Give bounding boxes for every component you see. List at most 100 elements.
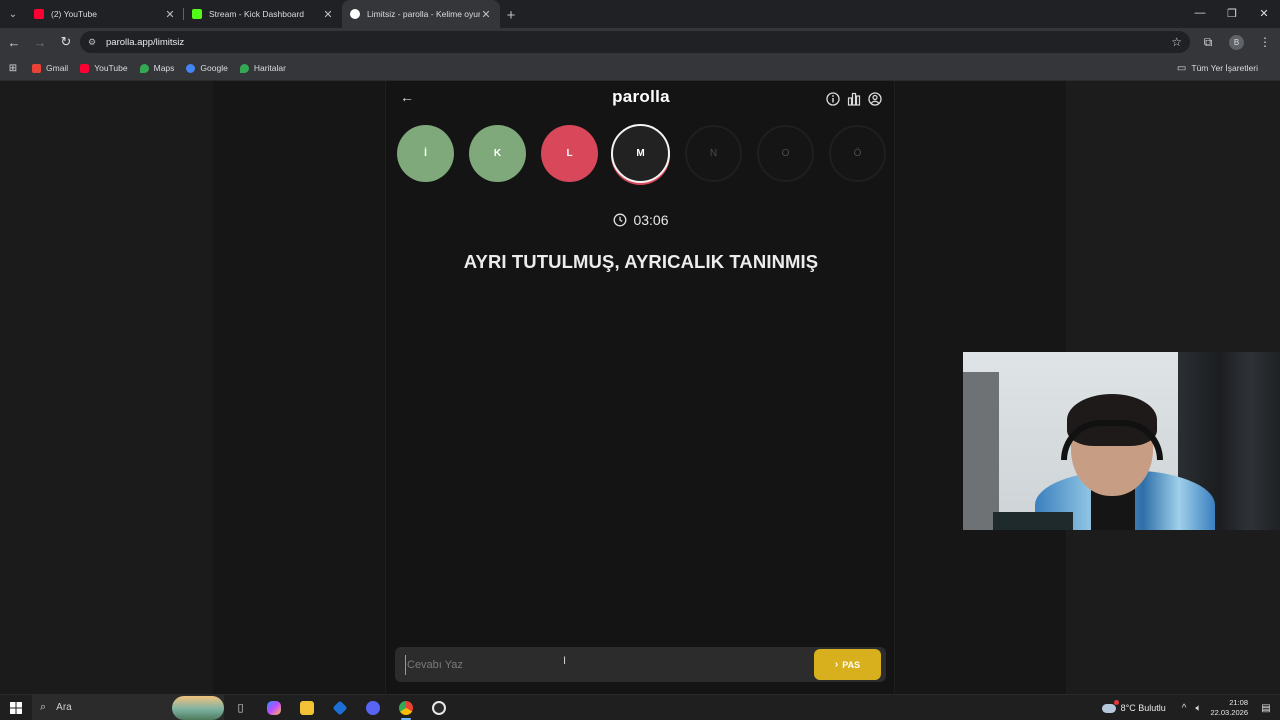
reload-button[interactable]: ↻: [54, 30, 78, 54]
kick-favicon-icon: [192, 9, 202, 19]
pass-label: PAS: [842, 659, 861, 670]
pass-button[interactable]: › PAS: [814, 649, 881, 680]
cloud-icon: [1101, 699, 1119, 713]
bookmark-gmail[interactable]: Gmail: [32, 63, 68, 73]
toolbar-right: ⧉ B ⋮: [1193, 30, 1280, 54]
question-text: AYRI TUTULMUŞ, AYRICALIK TANINMIŞ: [463, 251, 819, 272]
parolla-favicon-icon: [350, 9, 360, 19]
chevron-right-icon: ›: [834, 659, 839, 670]
bookmark-label: Haritalar: [253, 63, 286, 73]
tab-title: Stream - Kick Dashboard: [209, 9, 304, 19]
tab-parolla[interactable]: Limitsiz - parolla - Kelime oyunu ✕: [342, 0, 500, 28]
letter-circle: K: [469, 125, 526, 182]
letter-circle: N: [685, 125, 742, 182]
bookmark-star-icon[interactable]: ☆: [1171, 35, 1182, 49]
app-button[interactable]: [323, 695, 356, 720]
letter-circle: Ö: [829, 125, 886, 182]
taskbar-clock[interactable]: 21:08 22.03.2026: [1210, 698, 1248, 718]
account-icon[interactable]: [866, 90, 884, 108]
obs-button[interactable]: [422, 695, 455, 720]
tab-kick-dashboard[interactable]: Stream - Kick Dashboard ✕: [184, 0, 342, 28]
chevron-up-icon[interactable]: ^: [1182, 703, 1187, 714]
diamond-app-icon: [332, 700, 347, 715]
windows-logo-icon: [10, 701, 22, 714]
all-bookmarks[interactable]: ▭ Tüm Yer İşaretleri: [1177, 63, 1258, 74]
app-logo: parolla: [612, 87, 670, 106]
search-highlight-image: [172, 695, 224, 720]
bookmark-youtube[interactable]: YouTube: [80, 63, 128, 73]
youtube-favicon-icon: [34, 9, 44, 19]
site-info-icon[interactable]: ⚙: [88, 37, 100, 48]
stats-icon[interactable]: [845, 90, 863, 108]
page-viewport: ← parolla İ K L M N O Ö 03:06 AYRI TUTUL…: [0, 81, 1280, 694]
task-view-button[interactable]: ▯: [224, 695, 257, 720]
weather-widget[interactable]: 8°C Bulutlu: [1101, 699, 1166, 713]
letter-circle: O: [757, 125, 814, 182]
back-button[interactable]: ←: [2, 30, 26, 54]
browser-toolbar: ← → ↻ ⚙ parolla.app/limitsiz ☆ ⧉ B ⋮: [0, 28, 1280, 56]
copilot-button[interactable]: [257, 695, 290, 720]
countdown-timer: 03:06: [386, 212, 896, 228]
taskbar-search[interactable]: ⌕ Ara: [32, 694, 224, 720]
close-tab-icon[interactable]: ✕: [480, 8, 492, 21]
obs-icon: [431, 700, 446, 715]
volume-icon[interactable]: 🔈︎: [1195, 703, 1201, 714]
chrome-icon: [398, 700, 413, 715]
more-menu-icon[interactable]: ⋮: [1250, 30, 1280, 54]
app-header: ← parolla: [386, 81, 896, 115]
bookmark-label: Maps: [153, 63, 175, 73]
bookmark-maps[interactable]: Maps: [139, 63, 175, 73]
close-tab-icon[interactable]: ✕: [322, 8, 334, 21]
bookmark-google[interactable]: Google: [186, 63, 228, 73]
chrome-button[interactable]: [389, 695, 422, 720]
extensions-icon[interactable]: ⧉: [1193, 30, 1223, 54]
forward-button[interactable]: →: [28, 30, 52, 54]
header-icons: [821, 90, 884, 108]
all-bookmarks-label: Tüm Yer İşaretleri: [1191, 63, 1258, 73]
info-icon[interactable]: [824, 90, 842, 108]
bookmark-label: YouTube: [94, 63, 128, 73]
maps-pin-icon: [139, 63, 149, 73]
webcam-overlay: [963, 352, 1280, 530]
clock-date: 22.03.2026: [1210, 708, 1248, 717]
file-explorer-button[interactable]: [290, 695, 323, 720]
tab-strip: ⌄ (2) YouTube ✕ Stream - Kick Dashboard …: [0, 0, 1280, 28]
new-tab-button[interactable]: +: [500, 2, 522, 28]
folder-icon: ▭: [1176, 62, 1187, 74]
youtube-icon: [80, 63, 90, 73]
answer-input[interactable]: [405, 655, 805, 675]
letter-circle: İ: [397, 125, 454, 182]
text-cursor-icon: I: [563, 655, 567, 667]
notification-icon[interactable]: ▤: [1256, 703, 1276, 714]
address-bar[interactable]: ⚙ parolla.app/limitsiz ☆: [80, 31, 1190, 53]
url-text: parolla.app/limitsiz: [106, 36, 185, 48]
gmail-icon: [32, 63, 41, 73]
start-button[interactable]: [0, 695, 32, 720]
system-tray: 8°C Bulutlu ^ 🔈︎ 21:08 22.03.2026 ▤: [1101, 695, 1280, 720]
tab-search-button[interactable]: ⌄: [0, 1, 26, 27]
letter-wheel: İ K L M N O Ö: [397, 124, 887, 185]
minimize-icon[interactable]: —: [1184, 0, 1216, 26]
answer-bar: I › PAS: [395, 647, 886, 682]
search-label: Ara: [56, 702, 72, 713]
clock-icon: [614, 213, 627, 227]
apps-grid-icon[interactable]: ⊞: [0, 63, 26, 74]
close-window-icon[interactable]: ✕: [1248, 0, 1280, 26]
copilot-icon: [266, 700, 281, 715]
bookmarks-bar: ⊞ Gmail YouTube Maps Google Haritalar ▭ T…: [0, 56, 1280, 81]
weather-text: 8°C Bulutlu: [1120, 703, 1166, 713]
tab-title: (2) YouTube: [51, 9, 97, 19]
parolla-app: ← parolla İ K L M N O Ö 03:06 AYRI TUTUL…: [385, 81, 895, 694]
google-icon: [186, 63, 196, 73]
webcam-desk: [993, 512, 1073, 530]
windows-taskbar: ⌕ Ara ▯ 8°C Bulutlu ^ 🔈︎ 21:08 22.03.202…: [0, 694, 1280, 720]
bookmark-haritalar[interactable]: Haritalar: [239, 63, 286, 73]
discord-button[interactable]: [356, 695, 389, 720]
window-controls: — ❐ ✕: [1184, 0, 1280, 26]
close-tab-icon[interactable]: ✕: [164, 8, 176, 21]
restore-icon[interactable]: ❐: [1216, 0, 1248, 26]
folder-icon: [299, 700, 314, 715]
profile-avatar[interactable]: B: [1229, 34, 1244, 50]
tab-youtube[interactable]: (2) YouTube ✕: [26, 0, 184, 28]
bookmark-label: Gmail: [46, 63, 69, 73]
